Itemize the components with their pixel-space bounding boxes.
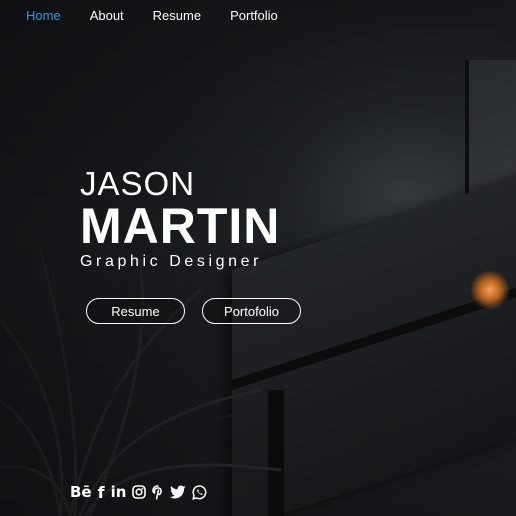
first-name: JASON xyxy=(80,165,196,202)
resume-button[interactable]: Resume xyxy=(86,298,185,324)
whatsapp-icon[interactable] xyxy=(192,484,207,500)
social-links: Bē f in xyxy=(70,483,207,502)
twitter-icon[interactable] xyxy=(170,484,186,500)
linkedin-icon[interactable]: in xyxy=(111,483,127,501)
hero: JASON MARTIN Graphic Designer Resume Por… xyxy=(80,165,301,324)
nav-portfolio-link[interactable]: Portfolio xyxy=(230,8,278,23)
nav-home-link[interactable]: Home xyxy=(26,8,61,23)
nav-about-link[interactable]: About xyxy=(90,8,124,23)
instagram-icon[interactable] xyxy=(132,484,147,500)
pinterest-icon[interactable] xyxy=(152,484,164,500)
behance-icon[interactable]: Bē xyxy=(70,483,92,501)
facebook-icon[interactable]: f xyxy=(98,483,105,502)
nav-resume-link[interactable]: Resume xyxy=(153,8,201,23)
hero-buttons: Resume Portofolio xyxy=(86,298,301,324)
portfolio-button[interactable]: Portofolio xyxy=(202,298,301,324)
last-name: MARTIN xyxy=(80,198,281,254)
job-title: Graphic Designer xyxy=(80,253,263,270)
top-nav: Home About Resume Portfolio xyxy=(26,8,278,23)
